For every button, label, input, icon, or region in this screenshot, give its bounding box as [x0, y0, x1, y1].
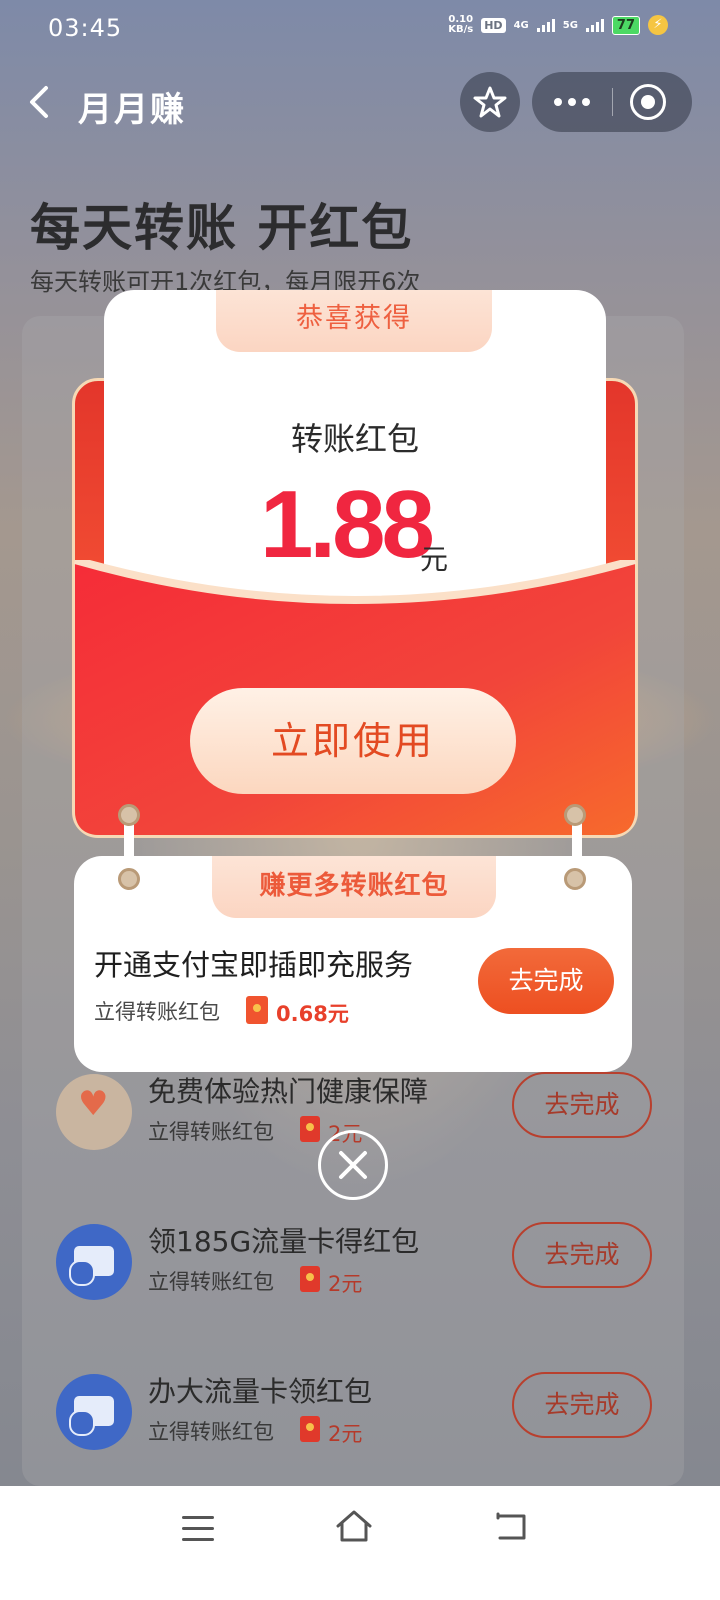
hanger-ring-right — [564, 804, 586, 826]
star-icon — [473, 86, 507, 118]
task-row: 领185G流量卡得红包 立得转账红包 2元 去完成 — [56, 1218, 656, 1308]
red-envelope-popup: 恭喜获得 转账红包 1.88 元 立即使用 — [72, 290, 638, 850]
more-task-complete-button[interactable]: 去完成 — [478, 948, 614, 1014]
system-nav-bar — [0, 1486, 720, 1600]
back-arrow-icon[interactable] — [24, 82, 56, 122]
charging-icon: ⚡ — [648, 15, 668, 35]
more-task-title: 开通支付宝即插即充服务 — [94, 948, 414, 982]
signal-icon-2 — [585, 18, 604, 32]
earn-more-label: 赚更多转账红包 — [212, 856, 496, 918]
card-ring-left — [118, 868, 140, 890]
sim-card-icon — [56, 1374, 132, 1450]
status-icons: 0.10 KB/s HD 4G 5G 77 ⚡ — [448, 15, 668, 35]
red-envelope-icon — [300, 1416, 320, 1442]
congrats-label: 恭喜获得 — [216, 290, 492, 352]
status-bar: 03:45 0.10 KB/s HD 4G 5G 77 ⚡ — [0, 0, 720, 56]
task-subtitle: 立得转账红包 — [148, 1420, 274, 1444]
red-envelope-icon — [300, 1266, 320, 1292]
earn-more-card: 赚更多转账红包 开通支付宝即插即充服务 立得转账红包 0.68元 去完成 — [74, 856, 632, 1072]
page-title: 月月赚 — [78, 90, 186, 130]
red-envelope-icon — [246, 996, 268, 1024]
task-amount: 2元 — [328, 1422, 363, 1446]
close-popup-button[interactable] — [318, 1130, 388, 1200]
sim2-label: 5G — [562, 19, 578, 31]
use-now-button[interactable]: 立即使用 — [190, 688, 516, 794]
network-speed: 0.10 KB/s — [448, 15, 473, 35]
network-speed-unit: KB/s — [448, 24, 474, 35]
favorite-button[interactable] — [460, 72, 520, 132]
task-row: 办大流量卡领红包 立得转账红包 2元 去完成 — [56, 1368, 656, 1458]
red-envelope-icon — [300, 1116, 320, 1142]
back-icon[interactable] — [494, 1510, 528, 1544]
card-ring-right — [564, 868, 586, 890]
prize-name: 转账红包 — [290, 420, 419, 458]
task-subtitle: 立得转账红包 — [148, 1270, 274, 1294]
capsule-divider — [612, 88, 613, 116]
task-title: 办大流量卡领红包 — [148, 1375, 373, 1408]
hanger-ring-left — [118, 804, 140, 826]
task-title: 领185G流量卡得红包 — [148, 1225, 420, 1258]
task-complete-button[interactable]: 去完成 — [512, 1072, 652, 1138]
task-complete-button[interactable]: 去完成 — [512, 1222, 652, 1288]
task-subtitle: 立得转账红包 — [148, 1120, 274, 1144]
close-icon — [339, 1151, 367, 1179]
close-program-icon[interactable] — [630, 84, 666, 120]
recent-apps-icon[interactable] — [182, 1516, 214, 1544]
task-amount: 2元 — [328, 1272, 363, 1296]
page-headline: 每天转账 开红包 — [30, 199, 414, 257]
health-icon — [56, 1074, 132, 1150]
home-icon[interactable] — [334, 1508, 374, 1544]
sim1-label: 4G — [513, 19, 529, 31]
mini-program-capsule — [532, 72, 692, 132]
more-task-amount: 0.68元 — [276, 1002, 349, 1026]
signal-icon — [536, 18, 555, 32]
task-title: 免费体验热门健康保障 — [148, 1075, 429, 1108]
sim-card-icon — [56, 1224, 132, 1300]
status-time: 03:45 — [48, 14, 123, 42]
title-bar: 月月赚 — [0, 70, 720, 134]
battery-icon: 77 — [611, 15, 640, 35]
hd-icon: HD — [481, 17, 506, 33]
task-complete-button[interactable]: 去完成 — [512, 1372, 652, 1438]
more-icon[interactable] — [554, 90, 598, 114]
more-task-subtitle: 立得转账红包 — [94, 1000, 220, 1024]
